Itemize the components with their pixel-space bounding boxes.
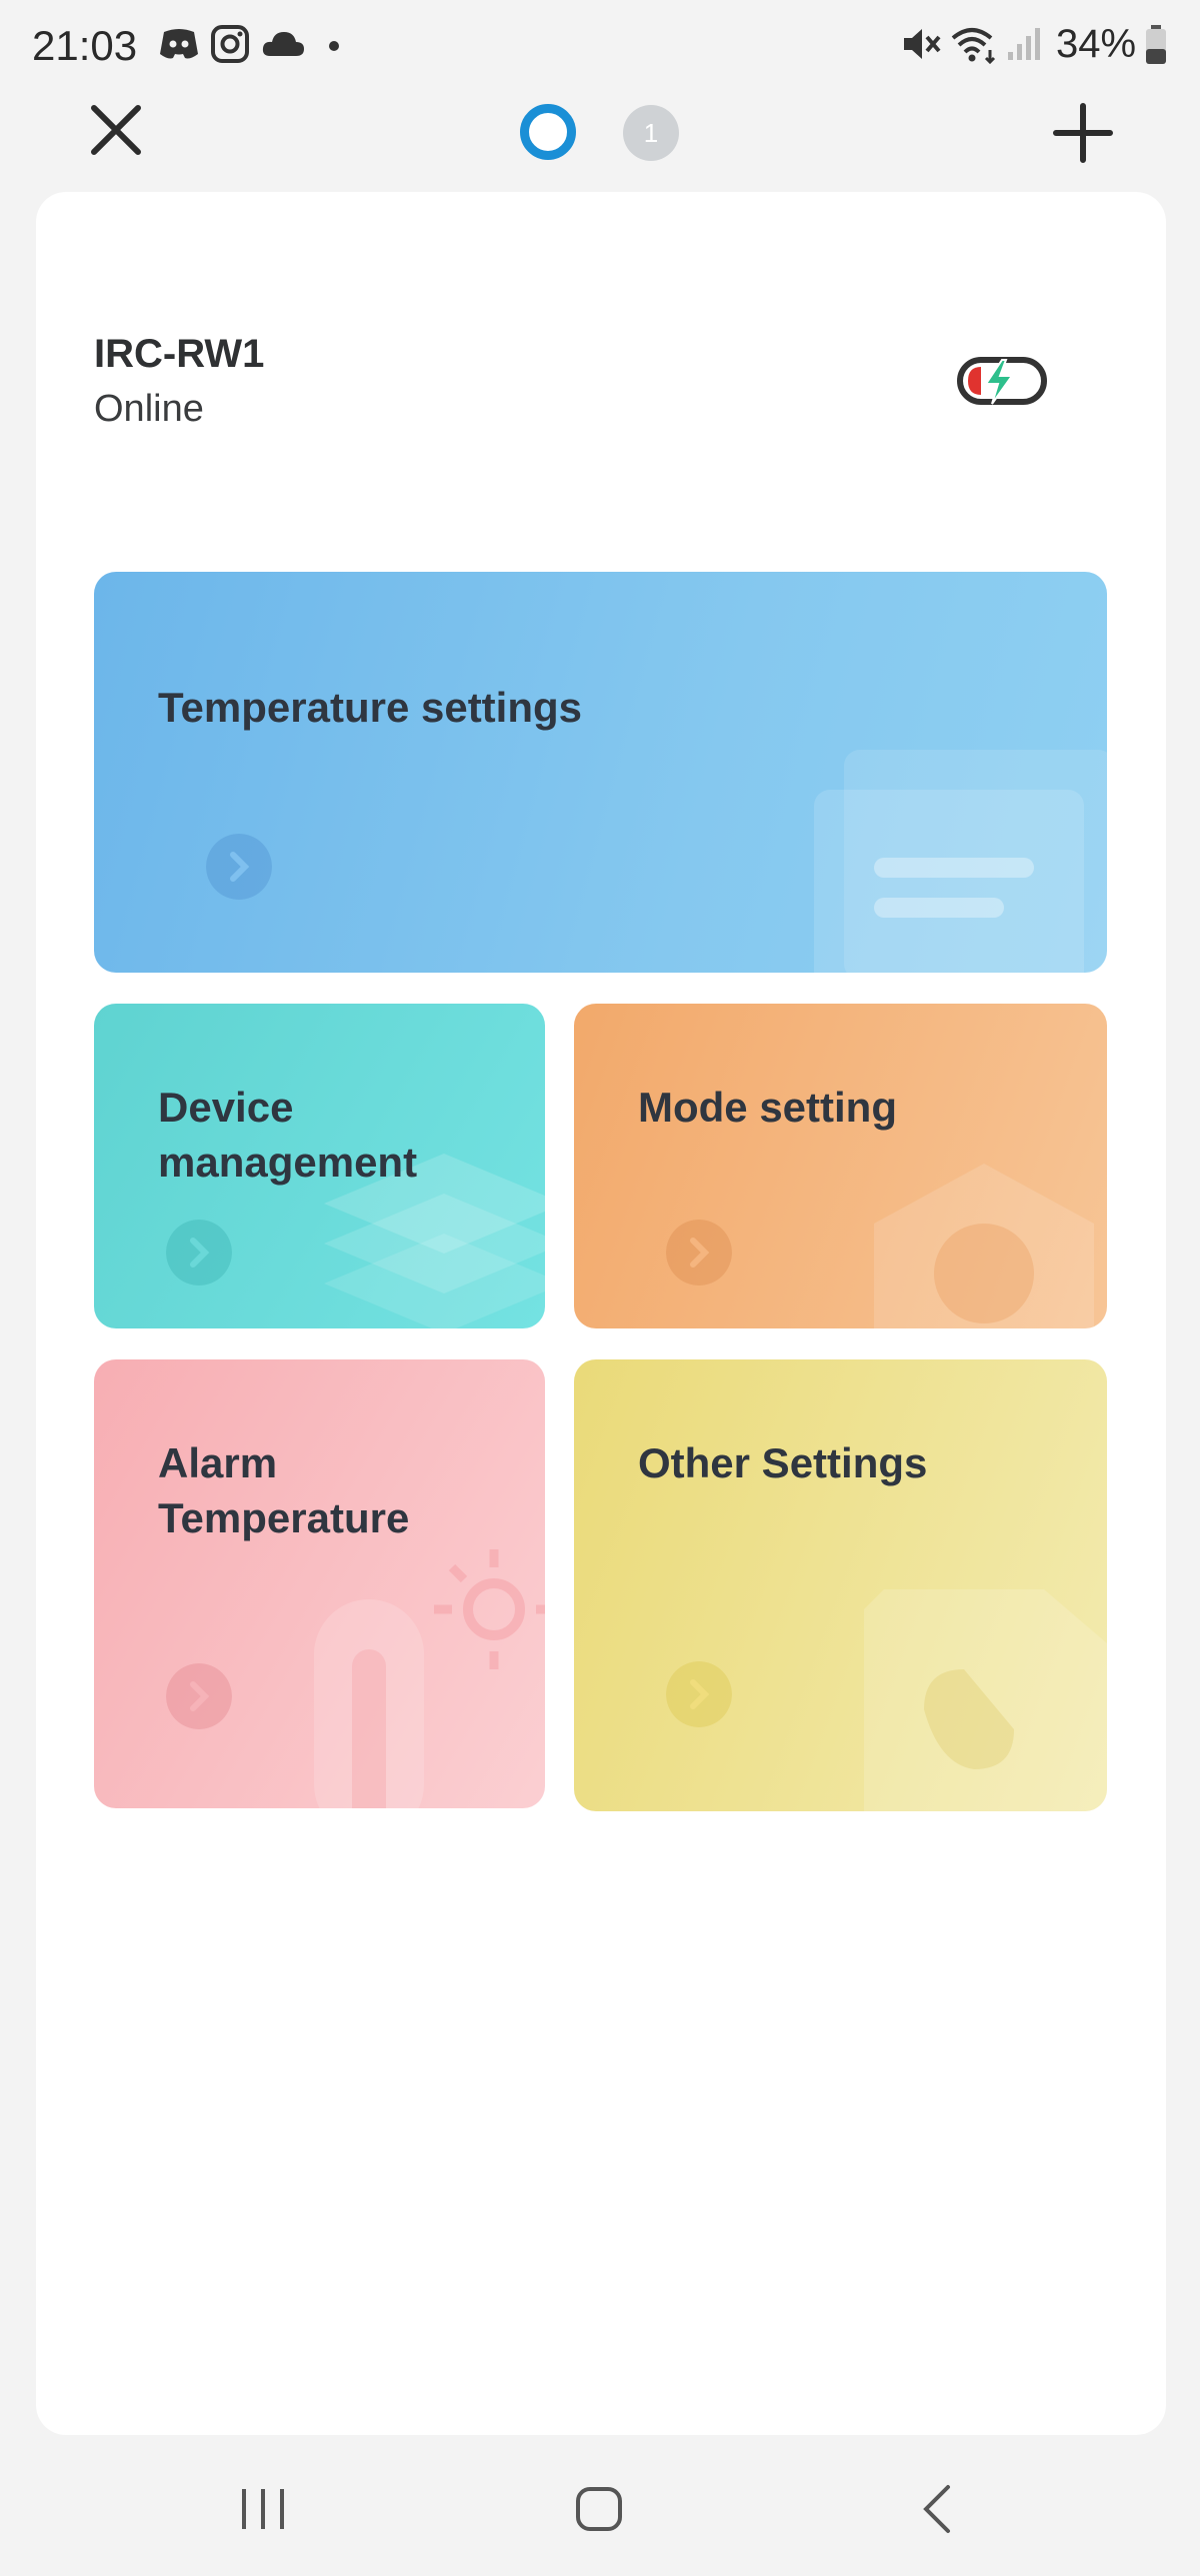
status-bar: 21:03 34%	[0, 0, 1200, 90]
device-name: IRC-RW1	[94, 332, 265, 376]
tile-other-settings[interactable]: Other Settings	[574, 1359, 1107, 1811]
chevron-right-icon	[206, 834, 272, 900]
tile-alarm-temperature[interactable]: Alarm Temperature	[94, 1359, 545, 1808]
chevron-right-icon	[666, 1661, 732, 1727]
thermometer-decoration-icon	[314, 1549, 545, 1808]
wifi-icon	[951, 28, 996, 64]
close-button[interactable]	[86, 100, 146, 160]
page-indicator-badge[interactable]: 1	[623, 105, 679, 161]
tile-label: Other Settings	[638, 1439, 928, 1486]
tile-mode-setting[interactable]: Mode setting	[574, 1004, 1107, 1328]
cloud-icon	[262, 32, 304, 56]
home-button[interactable]	[564, 2479, 634, 2539]
notification-dot-icon	[329, 41, 339, 51]
tile-device-management[interactable]: Device management	[94, 1004, 545, 1328]
tile-label: Temperature settings	[158, 684, 582, 731]
app-screen: 21:03 34% 1 IRC-RW1 Online Temperature s…	[0, 0, 1200, 2576]
instagram-icon	[211, 25, 249, 63]
document-decoration-icon	[814, 750, 1107, 973]
page-indicator-current[interactable]	[520, 104, 576, 160]
discord-icon	[160, 29, 198, 59]
tile-label: Device management	[158, 1084, 418, 1186]
back-button[interactable]	[902, 2479, 972, 2539]
device-battery-icon	[957, 357, 1047, 405]
device-status: Online	[94, 388, 204, 430]
chevron-right-icon	[166, 1663, 232, 1729]
gear-decoration-icon	[874, 1164, 1094, 1328]
mute-icon	[904, 29, 941, 59]
chevron-right-icon	[666, 1220, 732, 1286]
battery-percent: 34%	[1056, 22, 1137, 66]
add-button[interactable]	[1052, 102, 1114, 164]
tile-label: Mode setting	[638, 1084, 897, 1131]
battery-icon	[1146, 25, 1166, 64]
tile-temperature-settings[interactable]: Temperature settings	[94, 572, 1107, 973]
recent-apps-button[interactable]	[228, 2479, 298, 2539]
chevron-right-icon	[166, 1220, 232, 1286]
wrench-decoration-icon	[864, 1589, 1107, 1811]
status-time: 21:03	[32, 22, 138, 69]
signal-icon	[1008, 28, 1040, 60]
tile-label: Alarm Temperature	[158, 1439, 410, 1541]
